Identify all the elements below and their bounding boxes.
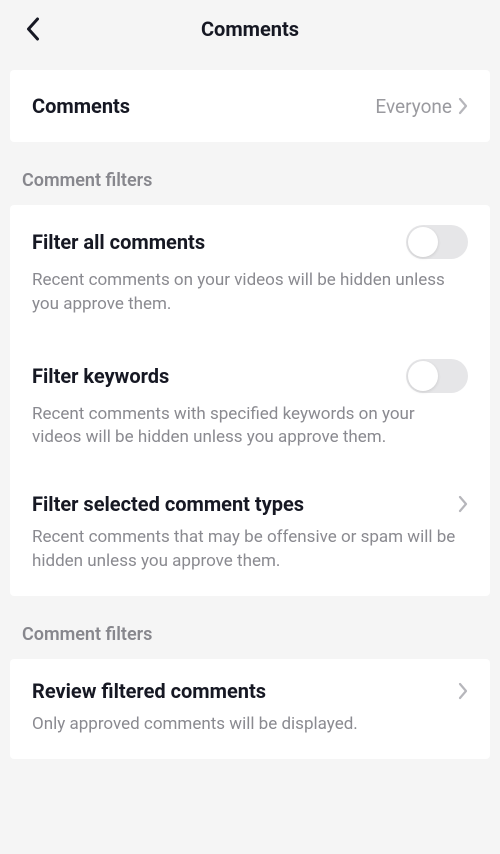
chevron-right-icon: [458, 682, 468, 700]
filter-all-comments-item: Filter all comments Recent comments on y…: [10, 205, 490, 339]
review-filtered-title: Review filtered comments: [32, 679, 266, 703]
filter-all-comments-toggle[interactable]: [406, 225, 468, 259]
filter-keywords-item: Filter keywords Recent comments with spe…: [10, 339, 490, 473]
filter-types-item[interactable]: Filter selected comment types Recent com…: [10, 472, 490, 596]
comments-value: Everyone: [375, 95, 452, 118]
filter-all-comments-title: Filter all comments: [32, 230, 205, 254]
review-filtered-desc: Only approved comments will be displayed…: [32, 713, 468, 737]
filter-types-title: Filter selected comment types: [32, 492, 304, 516]
comments-value-wrap: Everyone: [375, 95, 468, 118]
filter-types-desc: Recent comments that may be offensive or…: [32, 526, 468, 574]
chevron-right-icon: [458, 495, 468, 513]
comments-label: Comments: [32, 94, 130, 118]
filter-all-comments-desc: Recent comments on your videos will be h…: [32, 269, 468, 317]
section-header-filters-1: Comment filters: [0, 142, 500, 205]
filter-keywords-toggle[interactable]: [406, 359, 468, 393]
filter-keywords-desc: Recent comments with specified keywords …: [32, 403, 468, 451]
filters-card-2: Review filtered comments Only approved c…: [10, 659, 490, 759]
chevron-left-icon: [25, 17, 40, 41]
comments-row[interactable]: Comments Everyone: [10, 70, 490, 142]
comments-card: Comments Everyone: [10, 70, 490, 142]
filters-card-1: Filter all comments Recent comments on y…: [10, 205, 490, 596]
chevron-right-icon: [458, 97, 468, 115]
section-header-filters-2: Comment filters: [0, 596, 500, 659]
back-button[interactable]: [18, 15, 46, 43]
filter-keywords-title: Filter keywords: [32, 364, 169, 388]
header-bar: Comments: [0, 0, 500, 58]
review-filtered-item[interactable]: Review filtered comments Only approved c…: [10, 659, 490, 759]
page-title: Comments: [201, 17, 299, 41]
